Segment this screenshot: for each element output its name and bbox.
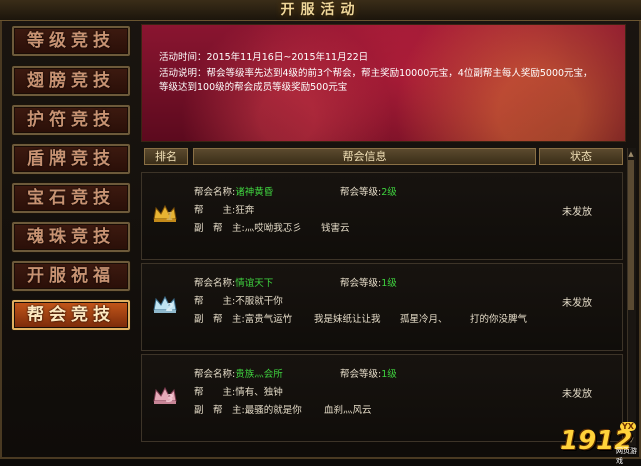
vice-leader-name: 我是妹纸让让我 [314, 314, 381, 325]
site-watermark-logo: 1912 YX 网页游戏 [560, 420, 638, 465]
leader-label: 帮 主: [194, 205, 236, 216]
reward-status: 未发放 [562, 298, 592, 309]
sidebar-item-guild-competition[interactable]: 帮会竞技 [12, 300, 130, 330]
guild-name-label: 帮会名称: [194, 278, 236, 289]
vice-leader-label: 副 帮 主: [194, 405, 245, 416]
scroll-up-arrow-icon[interactable]: ▲ [627, 150, 635, 158]
vice-leader-name: 打的你没脾气 [470, 314, 528, 325]
window-title: 开服活动 [280, 2, 361, 18]
leader-name: 不服就干你 [235, 296, 283, 307]
guild-name: 情谊天下 [235, 278, 274, 289]
vice-leader-label: 副 帮 主: [194, 314, 245, 325]
vice-leader-name: 孤星冷月、 [400, 314, 448, 325]
vice-leader-name: 血刹灬风云 [324, 405, 372, 416]
guild-level: 1级 [381, 278, 397, 289]
leader-label: 帮 主: [194, 387, 236, 398]
vice-leader-name: 最骚的就是你 [244, 405, 302, 416]
column-header-status: 状态 [539, 148, 623, 165]
guild-name-label: 帮会名称: [194, 369, 236, 380]
vice-leader-name: 灬哎呦我忑彡 [244, 223, 302, 234]
sidebar-item-shield-competition[interactable]: 盾牌竞技 [12, 144, 130, 174]
activity-time: 活动时间：2015年11月16日~2015年11月22日 [159, 52, 369, 63]
sidebar-item-server-blessing[interactable]: 开服祝福 [12, 261, 130, 291]
activity-banner: 活动时间：2015年11月16日~2015年11月22日 活动说明：帮会等级率先… [141, 24, 626, 142]
activity-description-line1: 活动说明：帮会等级率先达到4级的前3个帮会，帮主奖励10000元宝，4位副帮主每… [159, 68, 593, 79]
activity-description-line2: 等级达到100级的帮会成员等级奖励500元宝 [159, 82, 348, 93]
guild-level: 2级 [381, 187, 397, 198]
guild-level-label: 帮会等级: [340, 369, 382, 380]
guild-level-label: 帮会等级: [340, 278, 382, 289]
leader-label: 帮 主: [194, 296, 236, 307]
guild-name: 诸神黄昏 [235, 187, 274, 198]
guild-name: 贵族灬会所 [235, 369, 283, 380]
guild-name-label: 帮会名称: [194, 187, 236, 198]
sidebar-item-amulet-competition[interactable]: 护符竞技 [12, 105, 130, 135]
vice-leader-name: 钱害云 [321, 223, 350, 234]
column-header-rank: 排名 [144, 148, 188, 165]
table-row: 1 帮会名称:诸神黄昏 帮会等级:2级 帮 主:狂奔 副 帮 主:灬哎呦我忑彡 … [141, 172, 623, 260]
sidebar: 等级竞技 翅膀竞技 护符竞技 盾牌竞技 宝石竞技 魂珠竞技 开服祝福 帮会竞技 [12, 26, 134, 446]
leader-name: 狂奔 [235, 205, 255, 216]
leader-name: 情有、独钟 [235, 387, 283, 398]
scrollbar-thumb[interactable] [628, 160, 634, 310]
vice-leader-name: 富贵气运竹 [244, 314, 293, 325]
table-row: 3 帮会名称:贵族灬会所 帮会等级:1级 帮 主:情有、独钟 副 帮 主:最骚的… [141, 354, 623, 442]
title-bar: 开服活动 [0, 0, 641, 21]
watermark-subtitle: 网页游戏 [616, 447, 637, 465]
reward-status: 未发放 [562, 207, 592, 218]
guild-level: 1级 [381, 369, 397, 380]
reward-status: 未发放 [562, 389, 592, 400]
rank-number: 2 [166, 301, 174, 314]
sidebar-item-level-competition[interactable]: 等级竞技 [12, 26, 130, 56]
rank-number: 3 [166, 392, 174, 405]
main-panel: 活动时间：2015年11月16日~2015年11月22日 活动说明：帮会等级率先… [141, 24, 626, 449]
watermark-badge: YX [620, 422, 636, 431]
sidebar-item-gem-competition[interactable]: 宝石竞技 [12, 183, 130, 213]
rank-number: 1 [166, 210, 174, 223]
column-header-guild-info: 帮会信息 [193, 148, 536, 165]
sidebar-item-soulbead-competition[interactable]: 魂珠竞技 [12, 222, 130, 252]
table-row: 2 帮会名称:情谊天下 帮会等级:1级 帮 主:不服就干你 副 帮 主:富贵气运… [141, 263, 623, 351]
vice-leader-label: 副 帮 主: [194, 223, 245, 234]
guild-level-label: 帮会等级: [340, 187, 382, 198]
sidebar-item-wings-competition[interactable]: 翅膀竞技 [12, 66, 130, 96]
